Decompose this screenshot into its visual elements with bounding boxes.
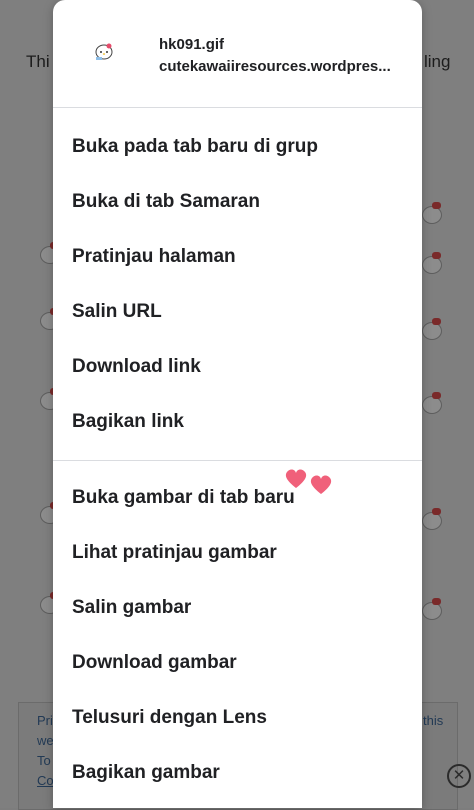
menu-item-label: Salin gambar [72,597,192,618]
menu-item-share-link[interactable]: Bagikan link [53,395,422,450]
menu-item-preview-page[interactable]: Pratinjau halaman [53,230,422,285]
banner-link: Co [37,773,54,788]
menu-item-preview-image[interactable]: Lihat pratinjau gambar [53,526,422,581]
menu-item-open-in-new-tab-group[interactable]: Buka pada tab baru di grup [53,120,422,175]
menu-item-open-incognito-tab[interactable]: Buka di tab Samaran [53,175,422,230]
menu-item-label: Telusuri dengan Lens [72,707,267,728]
divider [53,460,422,461]
menu-item-label: Bagikan link [72,411,184,432]
banner-text-right: this [423,713,444,728]
hearts-icon [285,469,332,494]
background-text-left: Thi [26,52,50,71]
menu-item-share-image[interactable]: Bagikan gambar [53,746,422,801]
banner-text-line: To [37,753,51,768]
menu-item-label: Download link [72,356,201,377]
menu-item-label: Download gambar [72,652,237,673]
menu-item-label: Buka di tab Samaran [72,191,260,212]
menu-item-label: Buka pada tab baru di grup [72,136,318,157]
menu-item-open-image-new-tab[interactable]: Buka gambar di tab baru [53,471,422,526]
menu-item-search-with-lens[interactable]: Telusuri dengan Lens [53,691,422,746]
banner-text-line: Pri [37,713,53,728]
banner-text-line: we [37,733,54,748]
menu-item-label: Salin URL [72,301,162,322]
menu-item-label: Lihat pratinjau gambar [72,542,277,563]
menu-item-copy-url[interactable]: Salin URL [53,285,422,340]
divider [53,107,422,108]
menu-item-label: Buka gambar di tab baru [72,487,295,508]
image-source-url: cutekawaiiresources.wordpres... [159,58,391,75]
hello-kitty-thumbnail-icon [95,43,113,60]
menu-item-download-link[interactable]: Download link [53,340,422,395]
close-icon[interactable]: ✕ [447,764,471,788]
menu-item-label: Bagikan gambar [72,762,220,783]
menu-header: hk091.gif cutekawaiiresources.wordpres..… [53,0,422,107]
context-menu: hk091.gif cutekawaiiresources.wordpres..… [53,0,422,808]
menu-item-label: Pratinjau halaman [72,246,236,267]
menu-item-download-image[interactable]: Download gambar [53,636,422,691]
background-text-right: ling [424,52,451,71]
image-file-name: hk091.gif [159,36,225,53]
menu-item-copy-image[interactable]: Salin gambar [53,581,422,636]
